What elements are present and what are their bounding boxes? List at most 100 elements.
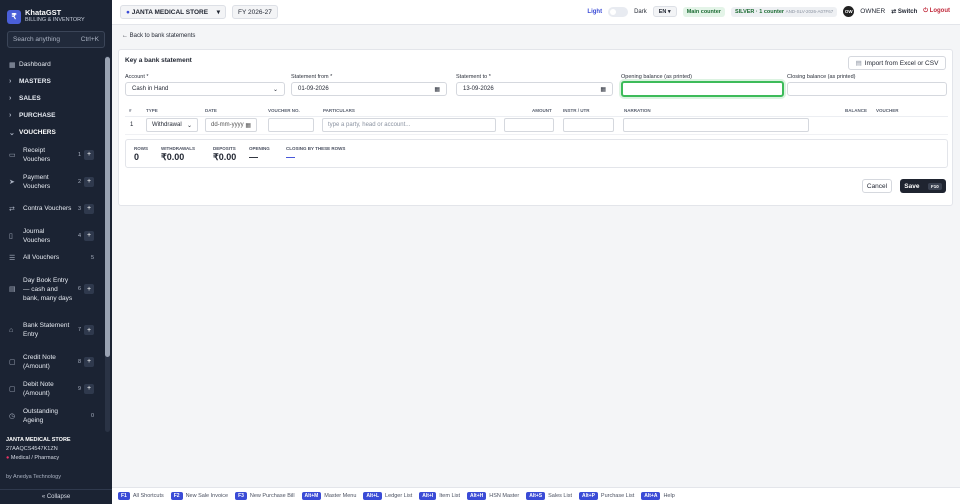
document-icon: ▢	[9, 358, 16, 366]
shortcut-item[interactable]: Alt+S Sales List	[526, 492, 572, 500]
summary-opening: OPENING —	[249, 146, 270, 162]
sidebar-item-journal-vouchers[interactable]: ▯ Journal Vouchers 4 +	[0, 222, 104, 249]
sidebar-item-credit-note[interactable]: ▢ Credit Note (Amount) 8 +	[0, 348, 104, 375]
bank-statement-form: Key a bank statement ▤ Import from Excel …	[118, 49, 953, 206]
save-button[interactable]: Save F10	[900, 179, 946, 193]
counter-badge: Main counter	[682, 6, 725, 17]
book-icon: ▯	[9, 232, 13, 240]
sidebar-item-masters[interactable]: › MASTERS	[0, 73, 104, 90]
add-day-book-button[interactable]: +	[84, 284, 94, 294]
shortcut-bar: F1 All Shortcuts F2 New Sale Invoice F3 New…	[112, 487, 960, 504]
pill-icon: ●	[6, 455, 10, 461]
fy-selector[interactable]: FY 2026-27	[232, 5, 278, 19]
amount-input[interactable]	[504, 118, 554, 132]
sidebar-item-outstanding-ageing[interactable]: ◷ Outstanding Ageing 0	[0, 402, 104, 429]
sidebar-item-all-vouchers[interactable]: ☰ All Vouchers 5	[0, 249, 104, 266]
opening-balance-label: Opening balance (as printed)	[621, 74, 692, 80]
sidebar-item-bank-statement-entry[interactable]: ⌂ Bank Statement Entry 7 +	[0, 312, 104, 348]
calendar-icon: ▦	[600, 86, 606, 93]
sidebar-item-debit-note[interactable]: ▢ Debit Note (Amount) 9 +	[0, 375, 104, 402]
add-credit-note-button[interactable]: +	[84, 356, 94, 367]
chevron-right-icon: ›	[9, 112, 12, 119]
search-input[interactable]: Search anything Ctrl+K	[7, 31, 105, 48]
add-receipt-button[interactable]: +	[84, 149, 94, 160]
bank-icon: ⌂	[9, 326, 14, 334]
particulars-input[interactable]: type a party, head or account...	[322, 118, 496, 132]
store-info: JANTA MEDICAL STORE 27AAQCS4547K1ZN ● Me…	[6, 436, 71, 463]
statement-from-label: Statement from *	[291, 74, 333, 80]
account-label: Account *	[125, 74, 149, 80]
calendar-icon: ▦	[434, 86, 440, 93]
voucher-no-input[interactable]	[268, 118, 314, 132]
shortcut-item[interactable]: Alt+P Purchase List	[578, 492, 634, 500]
add-journal-button[interactable]: +	[84, 230, 94, 241]
row-number: 1	[130, 122, 134, 128]
search-placeholder: Search anything	[13, 36, 60, 43]
back-to-bank-statements-link[interactable]: ← Back to bank statements	[122, 33, 195, 39]
shortcut-item[interactable]: F2 New Sale Invoice	[170, 492, 228, 500]
add-payment-button[interactable]: +	[84, 176, 94, 187]
sidebar-item-payment-vouchers[interactable]: ➤ Payment Vouchers 2 +	[0, 168, 104, 195]
shortcut-item[interactable]: Alt+A Help	[641, 492, 675, 500]
language-select[interactable]: EN ▾	[652, 6, 677, 17]
shortcut-item[interactable]: F1 All Shortcuts	[118, 492, 164, 500]
switch-button[interactable]: ⇄ Switch	[891, 8, 917, 15]
calendar-icon: ▤	[9, 286, 16, 293]
opening-balance-input[interactable]	[621, 81, 784, 97]
add-bank-statement-button[interactable]: +	[84, 325, 94, 335]
store-switcher[interactable]: ● JANTA MEDICAL STORE ▾	[120, 5, 226, 19]
sidebar-item-contra-vouchers[interactable]: ⇄ Contra Vouchers 3 +	[0, 195, 104, 222]
closing-balance-input[interactable]	[787, 82, 947, 96]
add-debit-note-button[interactable]: +	[84, 383, 94, 394]
sidebar-item-dashboard[interactable]: ▦ Dashboard	[0, 56, 104, 73]
shortcut-item[interactable]: Alt+H HSN Master	[467, 492, 519, 500]
avatar[interactable]: OW	[843, 6, 855, 17]
type-select[interactable]: Withdrawal ⌄	[146, 118, 198, 132]
cancel-button[interactable]: Cancel	[862, 179, 892, 193]
sidebar-item-purchase[interactable]: › PURCHASE	[0, 107, 104, 124]
topbar-controls: Light Dark EN ▾ Main counter SILVER · 1 …	[587, 6, 950, 17]
utr-input[interactable]	[563, 118, 614, 132]
chevron-right-icon: ›	[9, 95, 12, 102]
chevron-right-icon: ›	[9, 78, 12, 85]
sidebar-item-vouchers[interactable]: ⌄ VOUCHERS	[0, 124, 104, 141]
shortcut-item[interactable]: F3 New Purchase Bill	[235, 492, 295, 500]
status-dot-icon: ●	[126, 8, 130, 16]
store-name: JANTA MEDICAL STORE	[6, 437, 71, 443]
account-select[interactable]: Cash in Hand ⌄	[125, 82, 285, 96]
shortcut-item[interactable]: Alt+I Item List	[419, 492, 460, 500]
grid-icon: ▦	[9, 61, 16, 69]
sidebar-item-receipt-vouchers[interactable]: ▭ Receipt Vouchers 1 +	[0, 141, 104, 168]
shortcut-item[interactable]: Alt+L Ledger List	[363, 492, 412, 500]
shortcut-item[interactable]: Alt+M Master Menu	[301, 492, 356, 500]
sidebar-scrollbar-thumb[interactable]	[105, 57, 110, 357]
brand[interactable]: ₹ KhataGST BILLING & INVENTORY	[0, 0, 112, 26]
logout-button[interactable]: ⏻ Logout	[923, 8, 950, 15]
store-gstin: 27AAQCS4547K1ZN	[6, 446, 58, 452]
brand-name: KhataGST	[25, 8, 62, 17]
date-input[interactable]: dd-mm-yyyy ▦	[205, 118, 257, 132]
statement-to-field[interactable]: 13-09-2026 ▦	[456, 82, 613, 96]
sidebar-item-sales[interactable]: › SALES	[0, 90, 104, 107]
entries-table-header: # TYPE DATE VOUCHER NO. PARTICULARS AMOU…	[125, 106, 948, 117]
narration-input[interactable]	[623, 118, 809, 132]
role-label: OWNER	[860, 8, 886, 15]
topbar: ● JANTA MEDICAL STORE ▾ FY 2026-27 Light…	[112, 0, 960, 25]
closing-balance-label: Closing balance (as printed)	[787, 74, 856, 80]
theme-toggle[interactable]	[608, 6, 629, 17]
import-button[interactable]: ▤ Import from Excel or CSV	[848, 56, 946, 70]
receipt-icon: ▭	[9, 151, 16, 159]
vendor-credit: by Anedya Technology	[6, 474, 61, 480]
add-contra-button[interactable]: +	[84, 203, 94, 214]
file-icon: ▤	[855, 60, 862, 67]
summary-rows: ROWS 0	[134, 146, 148, 162]
theme-dark-label: Dark	[634, 8, 647, 15]
sidebar-item-day-book-entry[interactable]: ▤ Day Book Entry — cash and bank, many da…	[0, 266, 104, 312]
summary-closing: CLOSING BY THESE ROWS —	[286, 146, 346, 162]
collapse-button[interactable]: « Collapse	[0, 489, 112, 504]
summary-withdrawals: WITHDRAWALS ₹0.00	[161, 146, 195, 162]
statement-from-field[interactable]: 01-09-2026 ▦	[291, 82, 447, 96]
document-icon: ▢	[9, 385, 16, 393]
theme-light-label: Light	[587, 8, 603, 15]
sidebar: ₹ KhataGST BILLING & INVENTORY Search an…	[0, 0, 112, 504]
